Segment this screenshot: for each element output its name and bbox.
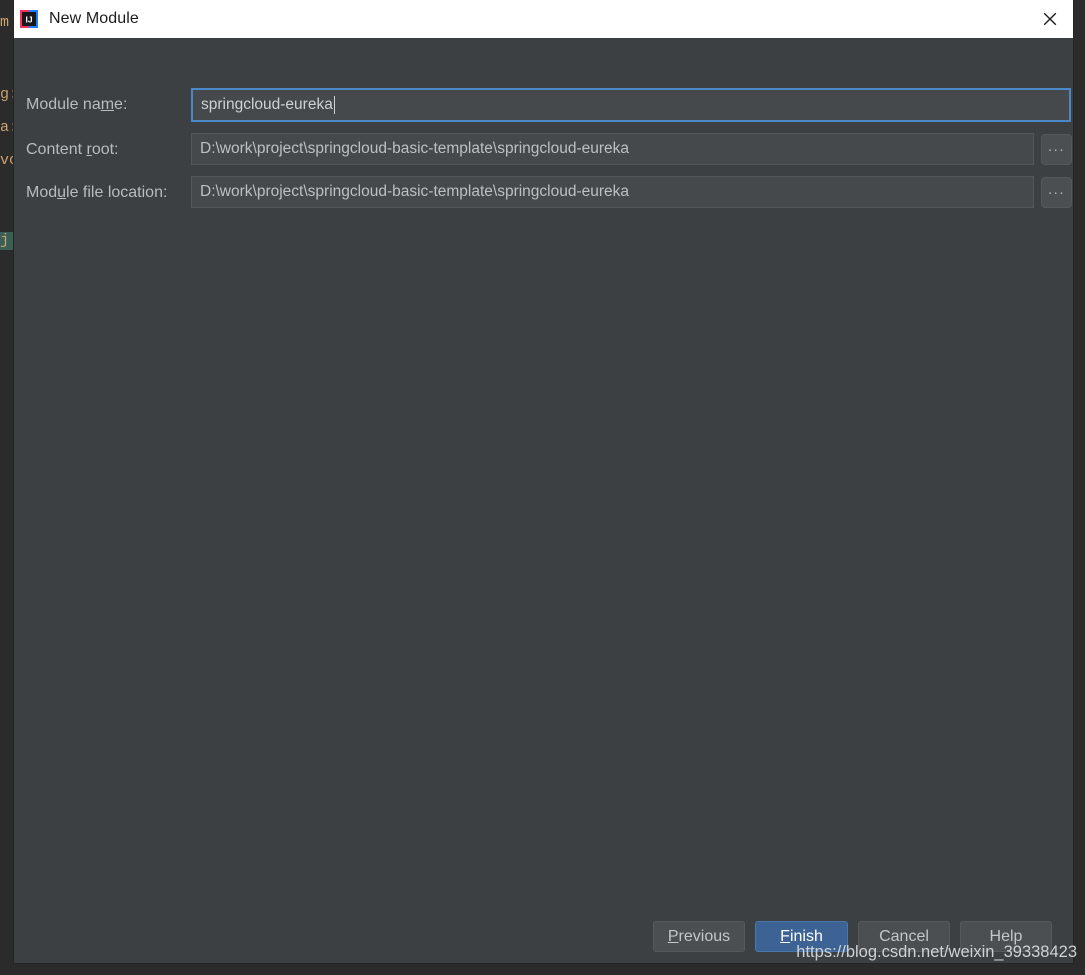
cancel-button-label: Cancel: [879, 927, 929, 945]
module-file-location-browse-button[interactable]: ...: [1041, 177, 1072, 208]
module-file-location-label-mnemonic: u: [57, 184, 67, 201]
ellipsis-icon: ...: [1047, 137, 1065, 155]
module-file-location-input[interactable]: D:\work\project\springcloud-basic-templa…: [191, 176, 1034, 208]
ide-bottom-strip: [0, 963, 1085, 975]
ide-right-strip: [1073, 0, 1085, 975]
module-file-location-label-suffix: le file location:: [66, 184, 168, 201]
text-caret: [333, 96, 335, 114]
content-root-input[interactable]: D:\work\project\springcloud-basic-templa…: [191, 133, 1034, 165]
content-root-label-text: Content: [26, 141, 87, 158]
previous-button[interactable]: Previous: [653, 921, 745, 952]
ellipsis-icon: ...: [1047, 180, 1065, 198]
finish-button-mnemonic: F: [780, 927, 790, 945]
code-fragment: a:: [0, 119, 14, 136]
code-fragment: g:: [0, 86, 14, 103]
finish-button[interactable]: Finish: [755, 921, 848, 952]
help-button-label: Help: [989, 927, 1023, 945]
help-button[interactable]: Help: [960, 921, 1052, 952]
cancel-button[interactable]: Cancel: [858, 921, 950, 952]
code-fragment: m: [0, 14, 10, 31]
content-root-browse-button[interactable]: ...: [1041, 134, 1072, 165]
code-fragment: vo: [0, 152, 14, 169]
module-file-location-value: D:\work\project\springcloud-basic-templa…: [200, 183, 630, 200]
code-fragment-selected: j: [0, 232, 14, 250]
previous-button-label: revious: [678, 927, 731, 945]
new-module-dialog: IJ New Module Module name: springcloud-e…: [14, 0, 1073, 963]
dialog-button-bar: Previous Finish Cancel Help: [14, 921, 1073, 961]
content-root-label-suffix: oot:: [91, 141, 119, 158]
dialog-title: New Module: [49, 10, 139, 27]
previous-button-mnemonic: P: [667, 927, 679, 945]
module-name-label-mnemonic: m: [100, 96, 115, 113]
svg-text:IJ: IJ: [25, 15, 32, 25]
module-name-label-text: Module na: [26, 96, 101, 113]
content-root-label: Content root:: [26, 133, 174, 167]
finish-button-label: inish: [789, 927, 823, 945]
module-name-value: springcloud-eureka: [201, 96, 333, 113]
dialog-titlebar: IJ New Module: [14, 0, 1073, 38]
module-name-label-suffix: e:: [114, 96, 128, 113]
module-name-input[interactable]: springcloud-eureka: [191, 88, 1071, 122]
module-file-location-label-text: Mod: [26, 184, 58, 201]
module-file-location-label: Module file location:: [26, 176, 186, 210]
dialog-body: Module name: springcloud-eureka Content …: [14, 38, 1073, 963]
content-root-value: D:\work\project\springcloud-basic-templa…: [200, 140, 630, 157]
module-name-label: Module name:: [26, 88, 174, 122]
intellij-idea-icon: IJ: [19, 9, 39, 29]
close-icon[interactable]: [1027, 0, 1073, 38]
editor-background-strip: m g: a: vo j: [0, 0, 14, 975]
